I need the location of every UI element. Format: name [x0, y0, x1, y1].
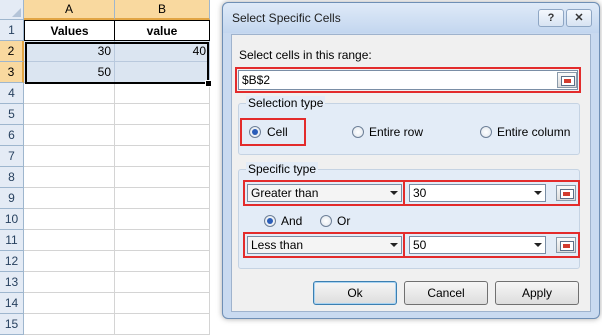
- grid-cell[interactable]: [24, 125, 115, 146]
- chevron-down-icon: [390, 191, 398, 195]
- range-label: Select cells in this range:: [239, 48, 372, 62]
- row-header-14[interactable]: 14: [0, 293, 24, 314]
- grid-cell[interactable]: [24, 146, 115, 167]
- selection-type-label: Selection type: [246, 96, 326, 110]
- condition1-value-select[interactable]: 30: [409, 184, 546, 202]
- radio-entire-column[interactable]: [480, 126, 492, 138]
- dialog-titlebar[interactable]: Select Specific Cells ? ✕: [223, 3, 599, 33]
- dialog-body: Select cells in this range: $B$2 Selecti…: [231, 34, 591, 312]
- condition2-operator-value: Less than: [251, 238, 304, 252]
- grid-cell[interactable]: [115, 251, 210, 272]
- row-header-3[interactable]: 3: [0, 62, 24, 83]
- radio-entire-row[interactable]: [352, 126, 364, 138]
- grid-cell[interactable]: [115, 272, 210, 293]
- chevron-down-icon: [534, 243, 542, 247]
- radio-or[interactable]: [320, 215, 332, 227]
- condition2-picker-icon[interactable]: [556, 237, 576, 253]
- cell-b3[interactable]: [115, 62, 210, 83]
- radio-entire-row-label[interactable]: Entire row: [369, 125, 423, 139]
- grid-cell[interactable]: [24, 167, 115, 188]
- row-header-4[interactable]: 4: [0, 83, 24, 104]
- close-button[interactable]: ✕: [566, 9, 592, 27]
- grid-cell[interactable]: [115, 230, 210, 251]
- cancel-button[interactable]: Cancel: [404, 281, 488, 305]
- grid-cell[interactable]: [24, 104, 115, 125]
- grid-cell[interactable]: [115, 188, 210, 209]
- row-header-6[interactable]: 6: [0, 125, 24, 146]
- row-header-1[interactable]: 1: [0, 20, 24, 41]
- help-button[interactable]: ?: [538, 9, 564, 27]
- chevron-down-icon: [390, 243, 398, 247]
- dialog-title: Select Specific Cells: [232, 11, 341, 25]
- cell-a1[interactable]: Values: [24, 20, 115, 41]
- column-header-a[interactable]: A: [24, 0, 115, 20]
- row-header-8[interactable]: 8: [0, 167, 24, 188]
- condition1-operator-select[interactable]: Greater than: [247, 184, 402, 202]
- radio-and[interactable]: [264, 215, 276, 227]
- cell-b1[interactable]: value: [115, 20, 210, 41]
- row-header-2[interactable]: 2: [0, 41, 24, 62]
- radio-cell[interactable]: [249, 126, 261, 138]
- grid-cell[interactable]: [115, 104, 210, 125]
- select-specific-cells-dialog: Select Specific Cells ? ✕ Select cells i…: [222, 2, 600, 319]
- specific-type-label: Specific type: [246, 162, 319, 176]
- grid-cell[interactable]: [24, 230, 115, 251]
- chevron-down-icon: [534, 191, 542, 195]
- grid-cell[interactable]: [115, 167, 210, 188]
- cell-a2[interactable]: 30: [24, 41, 115, 62]
- condition2-value: 50: [413, 238, 427, 252]
- grid-cell[interactable]: [115, 293, 210, 314]
- row-header-12[interactable]: 12: [0, 251, 24, 272]
- grid-cell[interactable]: [115, 314, 210, 335]
- grid-cell[interactable]: [24, 188, 115, 209]
- radio-entire-column-label[interactable]: Entire column: [497, 125, 570, 139]
- fill-handle[interactable]: [205, 80, 212, 87]
- condition1-picker-icon[interactable]: [556, 185, 576, 201]
- condition1-value: 30: [413, 186, 427, 200]
- grid-cell[interactable]: [24, 209, 115, 230]
- row-header-15[interactable]: 15: [0, 314, 24, 335]
- condition2-value-select[interactable]: 50: [409, 236, 546, 254]
- select-all-corner[interactable]: [0, 0, 24, 20]
- range-picker-icon[interactable]: [557, 72, 577, 88]
- condition1-operator-value: Greater than: [251, 186, 319, 200]
- spreadsheet: A B 1 2 3 4 5 6 7 8 9 10 11 12 13 14 15 Values value 3…: [0, 0, 240, 335]
- ok-button[interactable]: Ok: [313, 281, 397, 305]
- grid-cell[interactable]: [24, 251, 115, 272]
- row-header-5[interactable]: 5: [0, 104, 24, 125]
- column-header-b[interactable]: B: [115, 0, 210, 20]
- apply-button[interactable]: Apply: [495, 281, 579, 305]
- condition2-operator-select[interactable]: Less than: [247, 236, 402, 254]
- row-header-13[interactable]: 13: [0, 272, 24, 293]
- radio-or-label[interactable]: Or: [337, 214, 350, 228]
- grid-cell[interactable]: [24, 293, 115, 314]
- cell-b2[interactable]: 40: [115, 41, 210, 62]
- grid-cell[interactable]: [115, 83, 210, 104]
- row-header-7[interactable]: 7: [0, 146, 24, 167]
- row-header-11[interactable]: 11: [0, 230, 24, 251]
- grid-cell[interactable]: [24, 83, 115, 104]
- grid-cell[interactable]: [115, 125, 210, 146]
- row-header-9[interactable]: 9: [0, 188, 24, 209]
- grid-cell[interactable]: [24, 272, 115, 293]
- range-input[interactable]: $B$2: [238, 70, 578, 90]
- cell-a3[interactable]: 50: [24, 62, 115, 83]
- grid-cell[interactable]: [115, 209, 210, 230]
- grid-cell[interactable]: [24, 314, 115, 335]
- radio-cell-label[interactable]: Cell: [267, 125, 288, 139]
- grid-cell[interactable]: [115, 146, 210, 167]
- row-header-10[interactable]: 10: [0, 209, 24, 230]
- radio-and-label[interactable]: And: [281, 214, 302, 228]
